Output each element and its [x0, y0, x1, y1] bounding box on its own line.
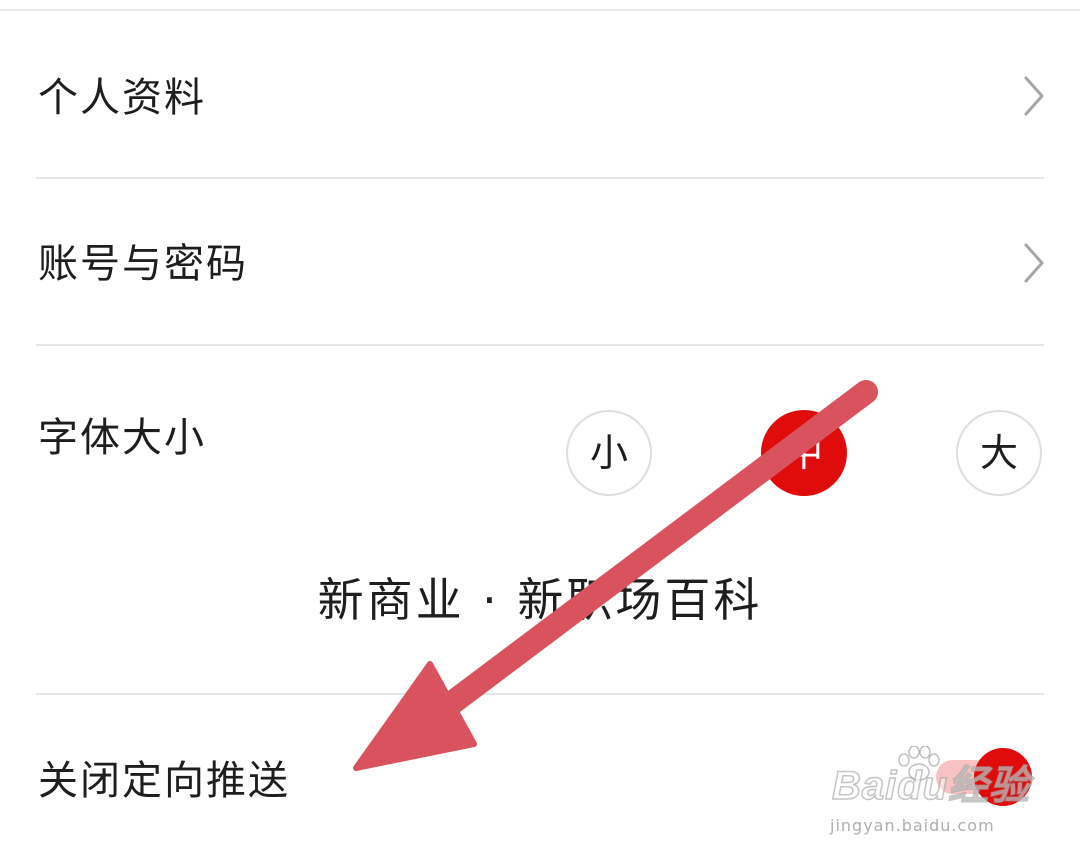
divider [36, 177, 1044, 179]
chevron-right-icon [1024, 243, 1044, 283]
font-size-preview-text: 新商业 · 新职场百科 [317, 573, 763, 627]
settings-screen: 个人资料 账号与密码 字体大小 小 中 大 新商业 · 新职场百科 关闭定向推送 [0, 0, 1080, 864]
account-password-label: 账号与密码 [38, 241, 248, 287]
font-size-medium-button[interactable]: 中 [761, 410, 847, 496]
font-size-large-button[interactable]: 大 [956, 410, 1042, 496]
divider [36, 344, 1044, 346]
font-size-small-button[interactable]: 小 [566, 410, 652, 496]
watermark-logo-text: Baidu经验 [831, 763, 1031, 809]
chevron-right-icon [1024, 76, 1044, 116]
font-size-label: 字体大小 [38, 415, 206, 461]
profile-label: 个人资料 [38, 75, 206, 121]
baidu-watermark: Baidu经验 jingyan.baidu.com [826, 746, 1066, 850]
divider [36, 693, 1044, 695]
top-divider [0, 9, 1080, 11]
targeted-push-label: 关闭定向推送 [38, 758, 290, 804]
watermark-url-text: jingyan.baidu.com [830, 816, 995, 835]
